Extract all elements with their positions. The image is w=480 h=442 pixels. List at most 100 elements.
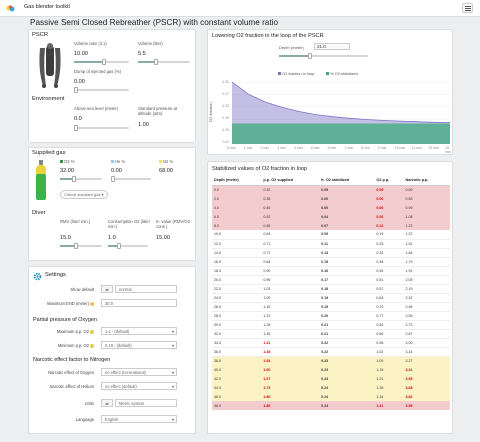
rmv-slider[interactable] bbox=[60, 243, 102, 249]
table-cell: 0.77 bbox=[261, 248, 320, 258]
help-icon[interactable] bbox=[90, 329, 94, 334]
language-select[interactable]: English ▾ bbox=[101, 415, 177, 423]
table-panel: Stabilized values of O2 fraction in loop… bbox=[207, 161, 453, 434]
oxygen-effect-select[interactable]: no effect (recreational) ▾ bbox=[101, 368, 177, 376]
table-row: 18.0 0.90 0.16 0.45 1.91 bbox=[212, 266, 450, 276]
volume-slider[interactable] bbox=[138, 59, 190, 65]
volume-ratio-label: Volume ratio (1:x) bbox=[74, 41, 107, 46]
o2-swatch bbox=[60, 160, 63, 164]
top-bar: Gas blender toolkit bbox=[0, 0, 480, 17]
table-cell: 0.24 bbox=[319, 383, 375, 392]
show-default-toggle[interactable]: ⇄ bbox=[101, 285, 113, 293]
table-cell: 1.03 bbox=[261, 284, 320, 294]
table-cell: 0.77 bbox=[374, 311, 404, 321]
table-cell: 0.19 bbox=[374, 230, 404, 240]
table-cell: 28.0 bbox=[212, 311, 262, 321]
pscr-panel: PSCR Volume ratio (1:x) 10.00 Volume (li… bbox=[28, 29, 196, 143]
table-cell: 0.09 bbox=[374, 185, 404, 194]
helium-effect-select[interactable]: no effect (default) ▾ bbox=[101, 382, 177, 390]
table-row: 44.0 1.73 0.24 1.28 3.68 bbox=[212, 383, 450, 392]
table-cell: 1.15 bbox=[261, 302, 320, 312]
max-end-input[interactable]: 30.0 bbox=[101, 299, 177, 307]
column-header: O2 p.p. bbox=[374, 176, 404, 186]
help-icon[interactable] bbox=[90, 301, 94, 306]
critical-gas-button[interactable]: Critical standard gas ▾ bbox=[60, 190, 108, 199]
page-title: Passive Semi Closed Rebreather (PSCR) wi… bbox=[30, 18, 278, 27]
x-tick: 11 min bbox=[411, 146, 422, 150]
table-cell: 0.20 bbox=[319, 311, 375, 321]
volume-label: Volume (liter) bbox=[138, 41, 163, 46]
table-cell: 14.0 bbox=[212, 248, 262, 258]
x-axis: 0 min 1 min 2 min 3 min 4 min 5 min 6 min 7 min… bbox=[227, 146, 451, 154]
max-ppo2-label-text: Maximum p.p. O2 bbox=[56, 329, 89, 334]
table-cell: 0.69 bbox=[403, 185, 450, 194]
y-tick: 0.23 bbox=[222, 104, 229, 108]
help-icon[interactable] bbox=[90, 343, 94, 348]
x-tick: 0 min bbox=[227, 146, 236, 150]
depth-input[interactable]: 21.0 bbox=[314, 43, 350, 50]
table-cell: 0.15 bbox=[319, 257, 375, 267]
table-row: 6.0 0.52 0.04 0.06 1.08 bbox=[212, 212, 450, 221]
table-cell: 0.52 bbox=[261, 212, 320, 221]
table-row: 14.0 0.77 0.13 0.32 1.64 bbox=[212, 248, 450, 258]
table-cell: 1.79 bbox=[403, 257, 450, 267]
table-row: 8.0 0.58 0.07 0.12 1.22 bbox=[212, 221, 450, 230]
settings-panel: Settings Show default ⇄ normal Maximum E… bbox=[28, 266, 196, 434]
table-cell: 0.38 bbox=[261, 194, 320, 203]
hamburger-menu-icon[interactable] bbox=[462, 3, 473, 13]
min-ppo2-select[interactable]: 0.18 - (default) ▾ bbox=[101, 341, 177, 349]
he-slider[interactable] bbox=[111, 176, 151, 182]
show-default-field[interactable]: normal bbox=[115, 285, 177, 293]
table-cell: 1.73 bbox=[261, 383, 320, 392]
table-cell: 46.0 bbox=[212, 392, 262, 401]
kvalue-value: 15.00 bbox=[156, 235, 170, 241]
rebreather-icon bbox=[39, 43, 61, 88]
table-cell: 20.0 bbox=[212, 275, 262, 285]
ppo2-section-title: Partial pressure of Oxygen bbox=[33, 317, 97, 323]
std-pressure-label: Standard pressure at altitude (atm) bbox=[138, 106, 178, 116]
depth-slider[interactable] bbox=[279, 53, 368, 59]
y-axis-label: O2 fraction bbox=[208, 102, 213, 122]
table-cell: 1.08 bbox=[403, 212, 450, 221]
units-field[interactable]: Metric system bbox=[115, 399, 177, 407]
table-cell: 0.70 bbox=[374, 302, 404, 312]
helium-effect-label: Narcotic effect of Helium bbox=[49, 384, 94, 389]
table-row: 34.0 1.41 0.22 0.96 3.00 bbox=[212, 338, 450, 348]
table-cell: 0.18 bbox=[319, 284, 375, 294]
above-sea-slider[interactable] bbox=[74, 125, 129, 131]
table-cell: 0.00 bbox=[374, 194, 404, 203]
units-toggle[interactable]: ⇄ bbox=[101, 399, 113, 407]
legend-stabilized-label: % O2 stabilized bbox=[330, 71, 358, 76]
table-header-row: Depth (meter) p.p. O2 supplied fr. O2 stab… bbox=[212, 176, 450, 186]
table-cell: 0.04 bbox=[319, 212, 375, 221]
table-cell: 3.14 bbox=[403, 347, 450, 357]
max-ppo2-select[interactable]: 1.4 - (default) ▾ bbox=[101, 327, 177, 335]
table-cell: 36.0 bbox=[212, 347, 262, 357]
table-cell: 0.11 bbox=[319, 239, 375, 249]
table-cell: 32.0 bbox=[212, 329, 262, 339]
x-tick: 4 min bbox=[294, 146, 303, 150]
table-cell: 1.91 bbox=[403, 266, 450, 276]
consumption-slider[interactable] bbox=[108, 243, 148, 249]
table-row: 46.0 1.80 0.24 1.34 3.82 bbox=[212, 392, 450, 401]
std-pressure-value: 1.00 bbox=[138, 122, 149, 128]
stabilized-values-table: Depth (meter) p.p. O2 supplied fr. O2 stab… bbox=[212, 176, 450, 410]
table-cell: 1.34 bbox=[374, 392, 404, 401]
legend-stabilized: % O2 stabilized bbox=[326, 71, 358, 76]
above-sea-value: 0.0 bbox=[74, 116, 82, 122]
min-ppo2-label-text: Minimum p.p. O2 bbox=[57, 343, 89, 348]
x-tick: 7 min bbox=[344, 146, 353, 150]
table-cell: 44.0 bbox=[212, 383, 262, 392]
o2-slider[interactable] bbox=[60, 176, 102, 182]
table-cell: 2.46 bbox=[403, 302, 450, 312]
table-cell: 0.51 bbox=[374, 275, 404, 285]
table-cell: 1.02 bbox=[374, 347, 404, 357]
table-cell: 48.0 bbox=[212, 401, 262, 410]
volume-ratio-slider[interactable] bbox=[74, 59, 129, 65]
x-tick: 10 min bbox=[394, 146, 406, 150]
table-cell: 12.0 bbox=[212, 239, 262, 249]
dump-value: 0.00 bbox=[74, 79, 85, 85]
table-cell: 0.19 bbox=[319, 293, 375, 303]
dump-slider[interactable] bbox=[74, 87, 129, 93]
settings-title: Settings bbox=[45, 272, 66, 278]
